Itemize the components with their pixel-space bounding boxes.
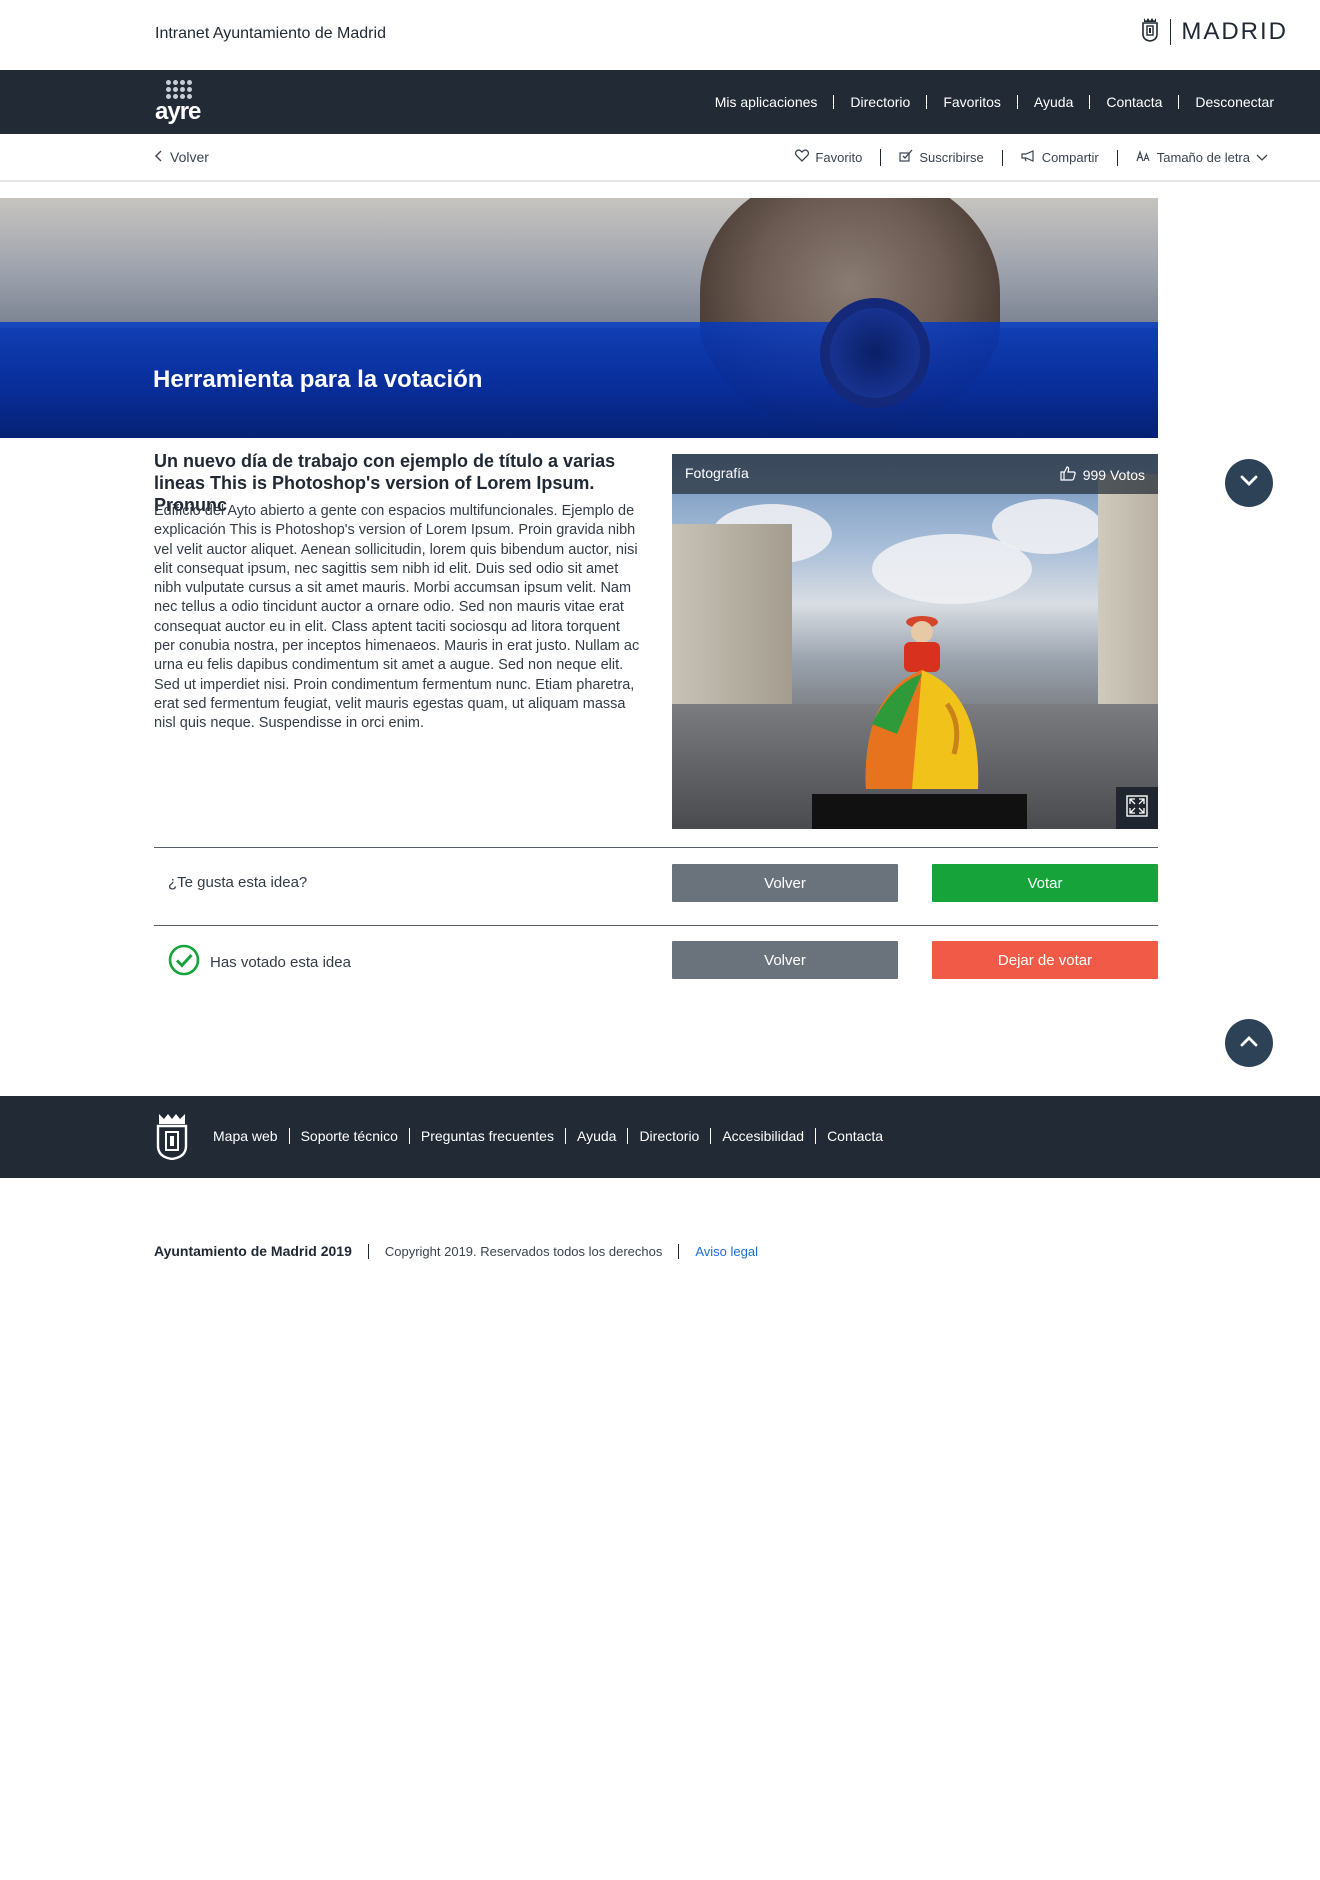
back-link[interactable]: Volver bbox=[154, 149, 209, 165]
voted-status: Has votado esta idea bbox=[168, 944, 351, 980]
page-title: Herramienta para la votación bbox=[153, 366, 483, 393]
section-divider bbox=[154, 925, 1158, 926]
madrid-crest-icon bbox=[1140, 16, 1160, 47]
voted-row: Has votado esta idea Volver Dejar de vot… bbox=[154, 941, 1158, 979]
article-body: Edificio del Ayto abierto a gente con es… bbox=[154, 503, 640, 732]
site-title: Intranet Ayuntamiento de Madrid bbox=[155, 25, 386, 42]
voted-message: Has votado esta idea bbox=[210, 953, 351, 971]
footer-link-accesibilidad[interactable]: Accesibilidad bbox=[710, 1128, 815, 1144]
scroll-up-icon bbox=[1239, 1034, 1259, 1052]
heart-icon bbox=[795, 149, 810, 166]
scroll-up-button[interactable] bbox=[1225, 1019, 1273, 1067]
footer-link-mapa-web[interactable]: Mapa web bbox=[202, 1128, 289, 1144]
footer-link-ayuda[interactable]: Ayuda bbox=[564, 1128, 627, 1144]
action-bar: Volver Favorito Suscribirse Compartir Ta… bbox=[0, 134, 1320, 182]
vote-count: 999 Votos bbox=[1060, 466, 1145, 484]
font-size-label: Tamaño de letra bbox=[1156, 149, 1250, 165]
back-label: Volver bbox=[170, 149, 209, 165]
ayre-logo[interactable]: ayre bbox=[154, 78, 202, 126]
ayre-wordmark: ayre bbox=[155, 98, 201, 125]
hero-banner: Herramienta para la votación bbox=[0, 198, 1158, 438]
photo-menina-sculpture bbox=[865, 616, 979, 789]
madrid-wordmark: MADRID bbox=[1181, 17, 1288, 45]
megaphone-icon bbox=[1021, 149, 1036, 166]
nav-mis-aplicaciones[interactable]: Mis aplicaciones bbox=[699, 95, 834, 109]
vote-question: ¿Te gusta esta idea? bbox=[168, 874, 308, 891]
favorite-button[interactable]: Favorito bbox=[777, 149, 880, 166]
footer-link-preguntas[interactable]: Preguntas frecuentes bbox=[408, 1128, 565, 1144]
subscribe-button[interactable]: Suscribirse bbox=[880, 149, 1001, 166]
back-button-secondary[interactable]: Volver bbox=[672, 941, 898, 979]
scroll-down-button[interactable] bbox=[1225, 459, 1273, 507]
check-circle-icon bbox=[168, 944, 200, 980]
back-button[interactable]: Volver bbox=[672, 864, 898, 902]
footer-link-directorio[interactable]: Directorio bbox=[627, 1128, 710, 1144]
photo-cloud bbox=[992, 499, 1102, 554]
main-navbar: ayre Mis aplicaciones Directorio Favorit… bbox=[0, 70, 1320, 134]
logo-separator bbox=[1170, 18, 1172, 45]
footer: Mapa web Soporte técnico Preguntas frecu… bbox=[0, 1096, 1320, 1178]
page-actions: Favorito Suscribirse Compartir Tamaño de… bbox=[777, 149, 1286, 166]
nav-desconectar[interactable]: Desconectar bbox=[1178, 95, 1290, 109]
idea-photo[interactable]: Fotografía 999 Votos bbox=[672, 454, 1158, 829]
subscribe-label: Suscribirse bbox=[919, 149, 984, 165]
font-size-button[interactable]: Tamaño de letra bbox=[1116, 149, 1286, 166]
ayre-dots-icon bbox=[166, 80, 192, 99]
chevron-down-icon bbox=[1256, 150, 1268, 166]
legal-bar: Ayuntamiento de Madrid 2019 Copyright 20… bbox=[154, 1243, 774, 1259]
chevron-left-icon bbox=[154, 149, 162, 165]
top-bar: Intranet Ayuntamiento de Madrid MADRID bbox=[0, 0, 1320, 70]
vote-button[interactable]: Votar bbox=[932, 864, 1158, 902]
main-menu: Mis aplicaciones Directorio Favoritos Ay… bbox=[699, 70, 1290, 134]
copyright-text: Copyright 2019. Reservados todos los der… bbox=[367, 1243, 679, 1259]
share-button[interactable]: Compartir bbox=[1001, 149, 1117, 166]
vote-prompt-row: ¿Te gusta esta idea? Volver Votar bbox=[154, 864, 1158, 902]
section-divider bbox=[154, 847, 1158, 848]
vote-count-label: 999 Votos bbox=[1082, 467, 1145, 483]
nav-contacta[interactable]: Contacta bbox=[1089, 95, 1178, 109]
expand-image-button[interactable] bbox=[1116, 787, 1158, 829]
unvote-button[interactable]: Dejar de votar bbox=[932, 941, 1158, 979]
footer-madrid-crest-icon[interactable] bbox=[155, 1112, 189, 1165]
thumbs-up-icon bbox=[1060, 466, 1076, 484]
nav-ayuda[interactable]: Ayuda bbox=[1016, 95, 1089, 109]
nav-directorio[interactable]: Directorio bbox=[833, 95, 926, 109]
footer-link-contacta[interactable]: Contacta bbox=[815, 1128, 894, 1144]
share-label: Compartir bbox=[1041, 149, 1099, 165]
photo-category: Fotografía bbox=[685, 465, 749, 481]
scroll-down-icon bbox=[1239, 474, 1259, 492]
footer-link-soporte[interactable]: Soporte técnico bbox=[288, 1128, 409, 1144]
photo-plinth bbox=[812, 794, 1027, 829]
footer-links: Mapa web Soporte técnico Preguntas frecu… bbox=[202, 1128, 894, 1144]
legal-notice-link[interactable]: Aviso legal bbox=[678, 1243, 774, 1259]
hero-camera-lens bbox=[820, 298, 930, 408]
organization-name: Ayuntamiento de Madrid 2019 bbox=[154, 1243, 352, 1259]
madrid-logo[interactable]: MADRID bbox=[1140, 16, 1288, 47]
subscribe-icon bbox=[899, 149, 913, 166]
font-size-icon bbox=[1136, 149, 1151, 166]
expand-icon bbox=[1126, 794, 1148, 822]
favorite-label: Favorito bbox=[815, 149, 863, 165]
nav-favoritos[interactable]: Favoritos bbox=[926, 95, 1017, 109]
